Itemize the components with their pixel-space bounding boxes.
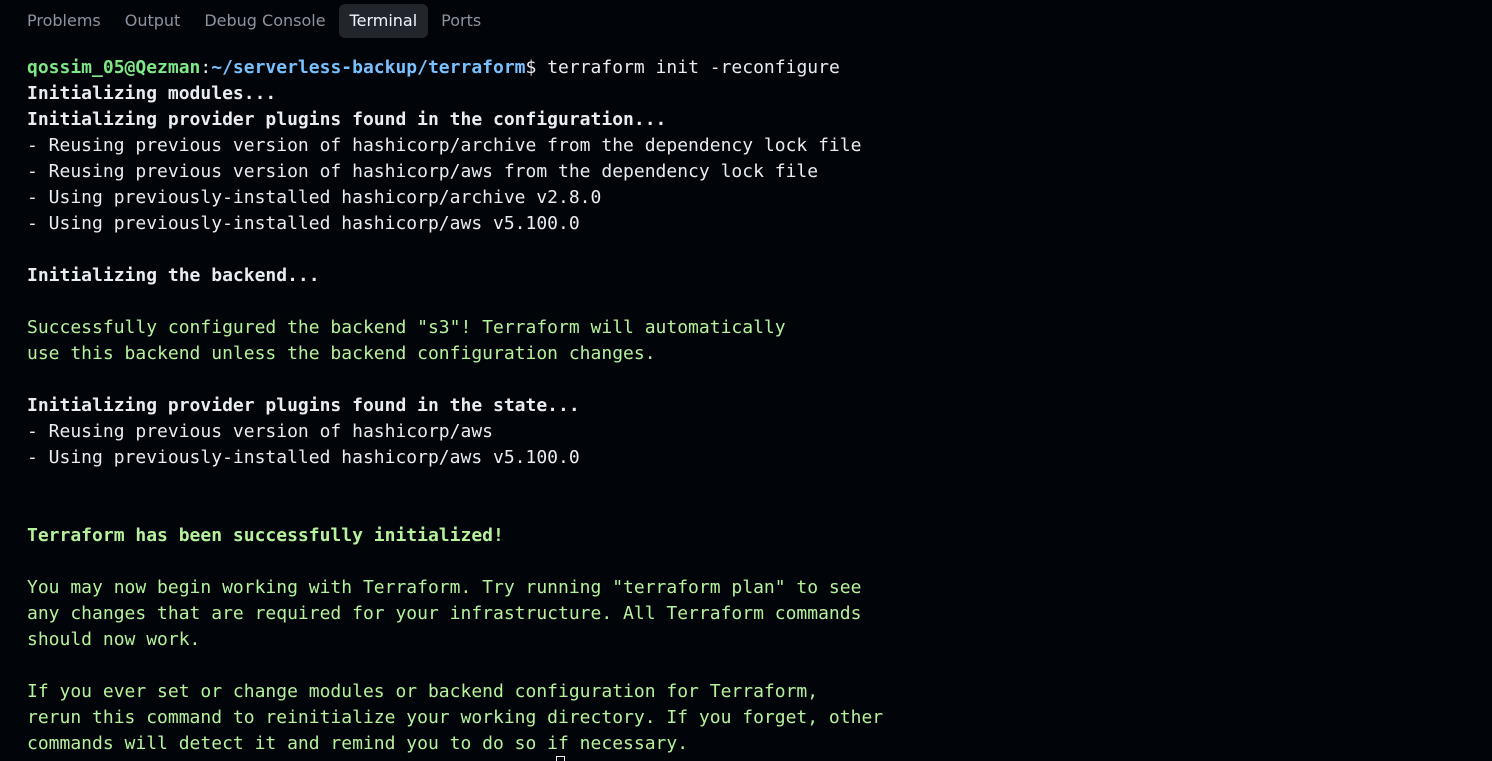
output-line: Initializing modules... — [27, 83, 277, 104]
tab-terminal[interactable]: Terminal — [338, 4, 429, 38]
output-line: If you ever set or change modules or bac… — [27, 681, 819, 702]
output-line: should now work. — [27, 629, 201, 650]
output-line: Initializing the backend... — [27, 265, 320, 286]
terminal-output[interactable]: qossim_05@Qezman:~/serverless-backup/ter… — [27, 55, 1477, 757]
output-line: - Reusing previous version of hashicorp/… — [27, 135, 862, 156]
tab-output[interactable]: Output — [114, 4, 192, 38]
terminal-panel: Problems Output Debug Console Terminal P… — [0, 0, 1492, 761]
output-line: - Using previously-installed hashicorp/a… — [27, 187, 602, 208]
tab-debug-console[interactable]: Debug Console — [193, 4, 336, 38]
output-line: You may now begin working with Terraform… — [27, 577, 862, 598]
output-line: rerun this command to reinitialize your … — [27, 707, 884, 728]
prompt-line: qossim_05@Qezman:~/serverless-backup/ter… — [27, 55, 1477, 81]
text-cursor — [556, 756, 565, 761]
output-line: - Reusing previous version of hashicorp/… — [27, 161, 819, 182]
output-line: - Reusing previous version of hashicorp/… — [27, 421, 493, 442]
tab-ports[interactable]: Ports — [430, 4, 492, 38]
output-line: Successfully configured the backend "s3"… — [27, 317, 786, 338]
prompt-path: ~/serverless-backup/terraform — [211, 57, 526, 78]
output-line: - Using previously-installed hashicorp/a… — [27, 447, 580, 468]
output-line: Initializing provider plugins found in t… — [27, 109, 667, 130]
output-line: Initializing provider plugins found in t… — [27, 395, 580, 416]
output-line: any changes that are required for your i… — [27, 603, 862, 624]
prompt-symbol: $ — [525, 57, 537, 78]
output-line: - Using previously-installed hashicorp/a… — [27, 213, 580, 234]
panel-tab-bar: Problems Output Debug Console Terminal P… — [0, 0, 1492, 42]
tab-problems[interactable]: Problems — [16, 4, 112, 38]
prompt-command: terraform init -reconfigure — [536, 57, 840, 78]
output-line: Terraform has been successfully initiali… — [27, 525, 504, 546]
prompt-user-host: qossim_05@Qezman — [27, 57, 201, 78]
prompt-separator: : — [200, 57, 212, 78]
output-line: commands will detect it and remind you t… — [27, 733, 689, 754]
output-line: use this backend unless the backend conf… — [27, 343, 656, 364]
